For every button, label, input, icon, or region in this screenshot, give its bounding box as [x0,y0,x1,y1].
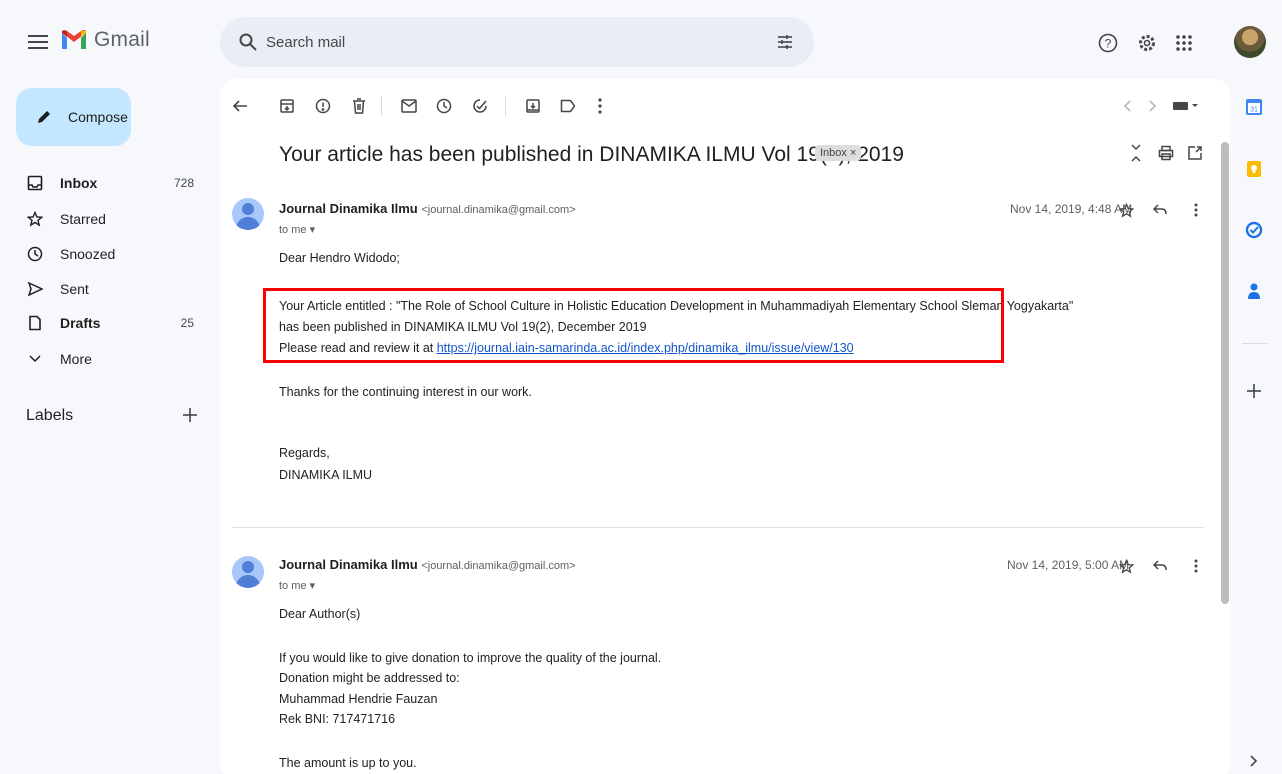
sender-avatar [232,556,264,588]
sidebar-item-snoozed[interactable]: Snoozed [0,237,210,271]
sidebar-item-label: More [60,351,92,367]
star-icon [26,210,44,228]
archive-icon[interactable] [277,96,297,116]
labels-heading: Labels [26,407,74,424]
email-body-line: Rek BNI: 717471716 [279,712,396,726]
message-pane [220,79,1230,774]
inbox-icon [26,174,44,192]
email-body-line: Thanks for the continuing interest in ou… [279,385,532,399]
sidebar-item-label: Drafts [60,315,101,331]
calendar-icon[interactable]: 31 [1243,96,1265,118]
delete-icon[interactable] [349,96,369,116]
toolbar-divider [505,96,506,116]
search-input[interactable]: Search mail [266,34,774,51]
sidebar-item-label: Sent [60,281,89,297]
reply-icon[interactable] [1152,558,1168,574]
open-in-new-window-icon[interactable] [1185,143,1205,163]
main-menu-icon[interactable] [26,30,50,54]
message-date: Nov 14, 2019, 5:00 AM [1007,558,1130,572]
search-icon[interactable] [238,32,258,52]
sidebar-item-label: Inbox [60,175,98,191]
email-body-line: Muhammad Hendrie Fauzan [279,692,438,706]
unread-count: 728 [173,176,194,190]
add-label-icon[interactable] [180,405,200,425]
older-chevron-left-icon[interactable] [1117,96,1137,116]
draft-count: 25 [180,316,194,330]
star-icon[interactable] [1118,202,1134,218]
send-icon [26,280,44,298]
file-icon [26,314,44,332]
sender-email: <journal.dinamika@gmail.com> [421,560,576,572]
star-icon[interactable] [1118,558,1134,574]
sender-info[interactable]: Journal Dinamika Ilmu <journal.dinamika@… [279,201,576,216]
report-spam-icon[interactable] [313,96,333,116]
compose-label: Compose [68,109,128,125]
move-to-icon[interactable] [523,96,543,116]
keep-notes-icon[interactable] [1243,158,1265,180]
apps-grid-icon[interactable] [1173,32,1195,54]
gmail-logo[interactable]: Gmail [60,28,150,52]
recipient-dropdown[interactable]: to me ▾ [279,223,315,236]
tasks-icon[interactable] [1243,219,1265,241]
highlight-annotation-box [263,288,1004,363]
show-side-panel-chevron-icon[interactable] [1243,750,1265,772]
email-body-line: Regards, [279,446,330,460]
svg-text:31: 31 [1250,107,1258,114]
search-options-icon[interactable] [774,31,796,53]
sidebar-item-sent[interactable]: Sent [0,272,210,306]
message-date: Nov 14, 2019, 4:48 AM [1010,202,1133,216]
back-arrow-icon[interactable] [230,96,250,116]
sidebar-item-starred[interactable]: Starred [0,202,210,236]
sender-email: <journal.dinamika@gmail.com> [421,204,576,216]
keyboard-input-tools-icon[interactable] [1170,96,1200,116]
email-greeting: Dear Hendro Widodo; [279,251,400,265]
svg-text:?: ? [1105,37,1112,51]
inbox-label-chip[interactable]: Inbox × [815,145,862,161]
recipient-dropdown[interactable]: to me ▾ [279,579,315,592]
pencil-icon [34,107,54,127]
contacts-icon[interactable] [1243,280,1265,302]
account-avatar[interactable] [1234,26,1266,58]
mark-unread-icon[interactable] [399,96,419,116]
more-vert-icon[interactable] [590,96,610,116]
settings-gear-icon[interactable] [1136,32,1158,54]
sidebar-item-label: Starred [60,211,106,227]
add-task-icon[interactable] [470,96,490,116]
email-signature: DINAMIKA ILMU [279,468,373,482]
help-icon[interactable]: ? [1097,32,1119,54]
sidebar-item-inbox[interactable]: Inbox 728 [0,166,210,200]
sidebar-item-more[interactable]: More [0,342,210,376]
sender-info[interactable]: Journal Dinamika Ilmu <journal.dinamika@… [279,557,576,572]
email-greeting: Dear Author(s) [279,607,361,621]
email-body-line: Donation might be addressed to: [279,671,460,685]
sender-name: Journal Dinamika Ilmu [279,201,418,216]
search-bar[interactable]: Search mail [220,17,814,67]
email-subject: Your article has been published in DINAM… [279,143,904,166]
scrollbar-thumb[interactable] [1221,142,1229,604]
compose-button[interactable]: Compose [16,88,131,146]
add-addon-icon[interactable] [1243,380,1265,402]
print-icon[interactable] [1156,143,1176,163]
chevron-down-icon [26,350,44,368]
newer-chevron-right-icon[interactable] [1143,96,1163,116]
more-vert-icon[interactable] [1188,558,1204,574]
sender-avatar [232,198,264,230]
collapse-all-icon[interactable] [1126,142,1146,164]
side-panel-divider [1242,343,1268,344]
email-body-line: The amount is up to you. [279,756,417,770]
message-divider [232,527,1204,528]
more-vert-icon[interactable] [1188,202,1204,218]
clock-icon [26,245,44,263]
toolbar-divider [381,96,382,116]
sidebar-item-label: Snoozed [60,246,116,262]
app-name: Gmail [94,28,150,51]
label-icon[interactable] [558,96,578,116]
snooze-clock-icon[interactable] [434,96,454,116]
sidebar-item-drafts[interactable]: Drafts 25 [0,306,210,340]
sender-name: Journal Dinamika Ilmu [279,557,418,572]
gmail-m-icon [60,29,88,51]
email-body-line: If you would like to give donation to im… [279,651,662,665]
reply-icon[interactable] [1152,202,1168,218]
